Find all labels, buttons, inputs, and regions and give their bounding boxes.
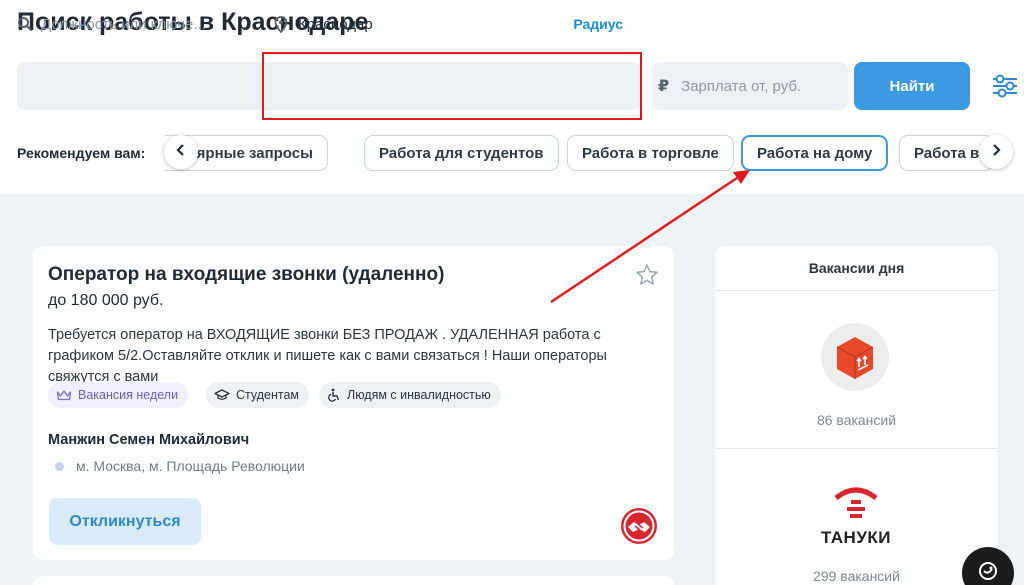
vacancy-card[interactable]: Оператор на входящие звонки (удаленно) д…	[33, 246, 674, 560]
chips-prev-button[interactable]	[164, 135, 198, 169]
chips-next-button[interactable]	[979, 135, 1013, 169]
radius-link[interactable]: Радиус	[573, 16, 623, 32]
vacancy-description: Требуется оператор на ВХОДЯЩИЕ звонки БЕ…	[48, 327, 607, 385]
keyword-field[interactable]	[17, 0, 259, 48]
tag-students: Студентам	[206, 382, 310, 408]
ruble-icon: ₽	[658, 78, 670, 95]
annotation-highlight-box	[262, 52, 642, 120]
tanuki-logo-text: ТАНУКИ	[820, 528, 892, 547]
company-vacancy-count[interactable]: 86 вакансий	[715, 412, 998, 428]
company-logo[interactable]	[619, 506, 659, 546]
keyword-input[interactable]	[41, 15, 259, 33]
location-pin-icon	[274, 15, 288, 33]
recommend-chips: Популярные запросы Работа для студентов …	[165, 134, 1020, 172]
vacancy-card-next[interactable]	[33, 576, 674, 585]
crown-icon	[56, 389, 72, 401]
chevron-right-icon	[990, 143, 1002, 162]
salary-field[interactable]: ₽	[652, 62, 848, 110]
company-vacancy-count[interactable]: 299 вакансий	[715, 568, 998, 584]
chat-button[interactable]	[962, 547, 1014, 585]
chevron-left-icon	[175, 143, 187, 162]
star-icon[interactable]	[635, 263, 659, 287]
filters-icon[interactable]	[990, 72, 1020, 100]
city-field[interactable]: Краснодар Радиус	[263, 0, 641, 48]
respond-button[interactable]: Откликнуться	[49, 498, 201, 545]
find-button[interactable]: Найти	[854, 62, 970, 110]
vacancy-title[interactable]: Оператор на входящие звонки (удаленно)	[48, 264, 444, 286]
graduation-cap-icon	[214, 389, 230, 401]
chip-remote-jobs[interactable]: Работа на дому	[741, 135, 889, 171]
vacancies-of-day-panel: Вакансии дня 86 вакансий ТАНУКИ 299 вака…	[715, 246, 998, 585]
vacancies-of-day-title: Вакансии дня	[808, 260, 905, 276]
company-logo-box[interactable]	[821, 323, 889, 391]
employer-name[interactable]: Манжин Семен Михайлович	[48, 432, 249, 448]
tag-week-vacancy: Вакансия недели	[48, 382, 189, 408]
metro-location: м. Москва, м. Площадь Революции	[55, 458, 305, 474]
chip-retail-jobs[interactable]: Работа в торговле	[567, 135, 734, 171]
accessibility-icon	[327, 388, 341, 402]
city-value[interactable]: Краснодар	[298, 16, 373, 33]
recommend-label: Рекомендуем вам:	[17, 145, 146, 161]
tanuki-logo[interactable]: ТАНУКИ	[806, 478, 906, 550]
search-icon	[17, 16, 33, 32]
vacancy-salary: до 180 000 руб.	[48, 292, 164, 309]
chip-student-jobs[interactable]: Работа для студентов	[364, 135, 559, 171]
tag-disabled: Людям с инвалидностью	[319, 382, 501, 408]
divider	[715, 290, 998, 291]
salary-input[interactable]	[681, 77, 842, 95]
chat-icon	[977, 560, 999, 585]
top-panel: Поиск работы в Краснодаре Краснодар Ради…	[0, 0, 1024, 194]
metro-dot-icon	[55, 461, 64, 471]
divider	[715, 448, 998, 449]
